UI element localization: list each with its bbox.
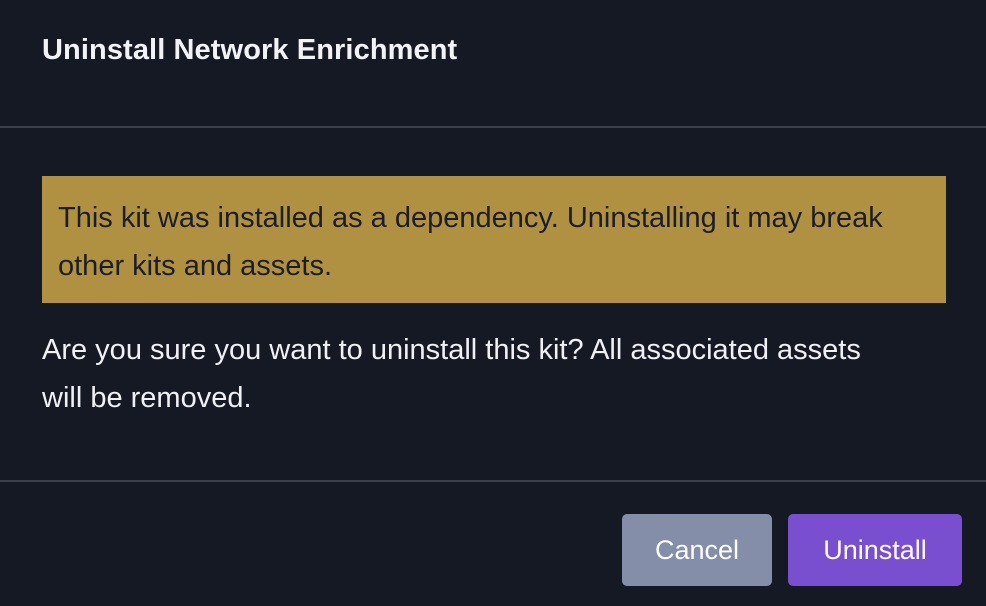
warning-text: This kit was installed as a dependency. … [58, 202, 883, 282]
dialog-header: Uninstall Network Enrichment [0, 0, 986, 128]
dependency-warning-banner: This kit was installed as a dependency. … [42, 176, 946, 303]
dialog-body: This kit was installed as a dependency. … [0, 128, 986, 480]
dialog-footer: Cancel Uninstall [0, 480, 986, 606]
confirmation-text: Are you sure you want to uninstall this … [42, 334, 861, 414]
uninstall-button[interactable]: Uninstall [788, 514, 962, 586]
uninstall-dialog: Uninstall Network Enrichment This kit wa… [0, 0, 986, 606]
cancel-button[interactable]: Cancel [622, 514, 772, 586]
dialog-title: Uninstall Network Enrichment [42, 34, 458, 66]
